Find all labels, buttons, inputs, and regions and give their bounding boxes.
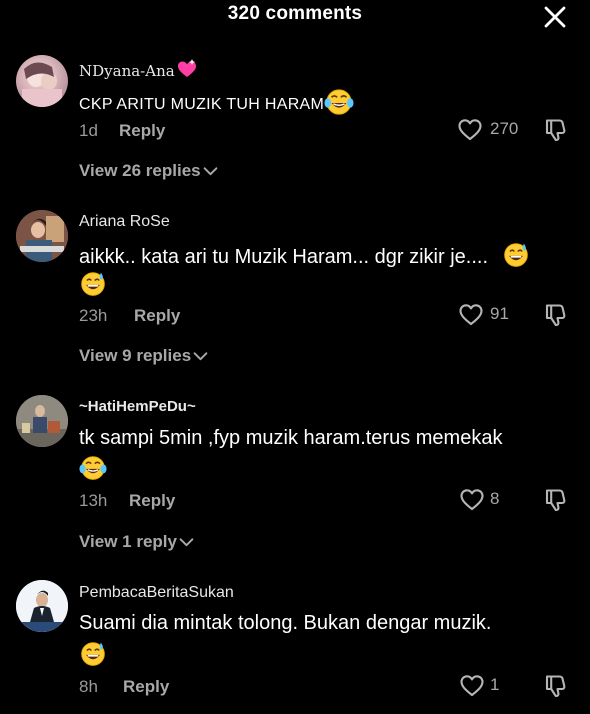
comment-text: Suami dia mintak tolong. Bukan dengar mu…: [79, 612, 492, 634]
comment-text: tk sampi 5min ,fyp muzik haram.terus mem…: [79, 427, 503, 449]
view-replies-button[interactable]: View 1 reply: [79, 532, 194, 552]
dislike-icon[interactable]: [543, 673, 569, 699]
comment-timestamp: 8h: [79, 677, 98, 696]
reply-button[interactable]: Reply: [119, 121, 165, 141]
comment-timestamp: 23h: [79, 306, 108, 325]
username[interactable]: ~HatiHemPeDu~: [79, 398, 196, 415]
heart-outline-icon: [458, 302, 484, 328]
avatar[interactable]: [16, 210, 68, 262]
avatar[interactable]: [16, 580, 68, 632]
username[interactable]: NDyana-Ana: [79, 58, 198, 80]
reply-button[interactable]: Reply: [129, 491, 175, 511]
sparkling-heart-icon: [177, 59, 196, 77]
heart-outline-icon: [459, 487, 485, 513]
view-replies-button[interactable]: View 9 replies: [79, 346, 208, 366]
like-count: 91: [490, 304, 509, 323]
comment-timestamp: 1d: [79, 121, 98, 140]
close-icon[interactable]: [542, 4, 568, 30]
like-count: 1: [490, 675, 500, 694]
grinning-sweat-emoji-icon: [79, 270, 107, 298]
reply-button[interactable]: Reply: [134, 306, 180, 326]
comments-count-title: 320 comments: [227, 3, 363, 24]
like-button[interactable]: 1: [459, 673, 509, 699]
dislike-icon[interactable]: [543, 302, 569, 328]
like-button[interactable]: 8: [459, 487, 509, 513]
tears-of-joy-emoji-icon: [324, 87, 354, 117]
heart-outline-icon: [457, 117, 483, 143]
comment-text: CKP ARITU MUZIK TUH HARAM: [79, 87, 574, 120]
like-count: 270: [490, 119, 519, 138]
chevron-down-icon: [193, 351, 208, 362]
chevron-down-icon: [179, 537, 194, 548]
grinning-sweat-emoji-icon: [79, 640, 107, 668]
comments-header: 320 comments: [0, 0, 590, 30]
heart-outline-icon: [459, 673, 485, 699]
dislike-icon[interactable]: [543, 487, 569, 513]
reply-button[interactable]: Reply: [123, 677, 169, 697]
like-button[interactable]: 91: [458, 302, 518, 328]
comment-text: aikkk.. kata ari tu Muzik Haram... dgr z…: [79, 241, 574, 272]
dislike-icon[interactable]: [543, 117, 569, 143]
view-replies-button[interactable]: View 26 replies: [79, 161, 218, 181]
username[interactable]: PembacaBeritaSukan: [79, 584, 234, 602]
like-count: 8: [490, 489, 500, 508]
chevron-down-icon: [203, 166, 218, 177]
avatar[interactable]: [16, 395, 68, 447]
like-button[interactable]: 270: [457, 117, 527, 143]
comment-timestamp: 13h: [79, 491, 108, 510]
tears-of-joy-emoji-icon: [79, 454, 107, 482]
avatar[interactable]: [16, 55, 68, 107]
grinning-sweat-emoji-icon: [502, 241, 530, 269]
username[interactable]: Ariana RoSe: [79, 213, 170, 231]
